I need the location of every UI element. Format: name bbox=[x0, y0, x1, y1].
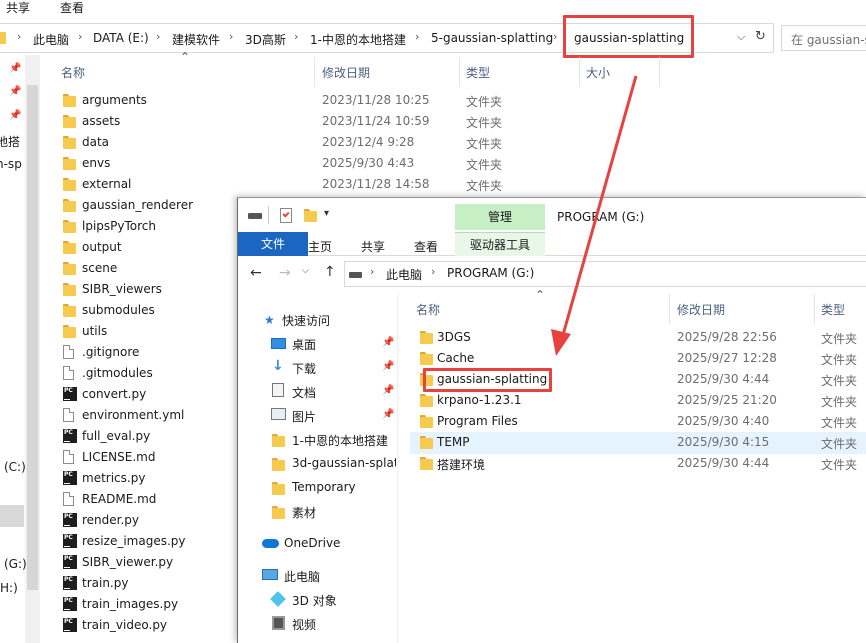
arrow-head bbox=[551, 329, 571, 356]
screenshot: 共享 查看 › 此电脑 › DATA (E:) › 建模软件 › 3D高斯 › … bbox=[0, 0, 866, 643]
red-arrow-annotation bbox=[551, 75, 638, 356]
arrow-line bbox=[561, 75, 638, 336]
